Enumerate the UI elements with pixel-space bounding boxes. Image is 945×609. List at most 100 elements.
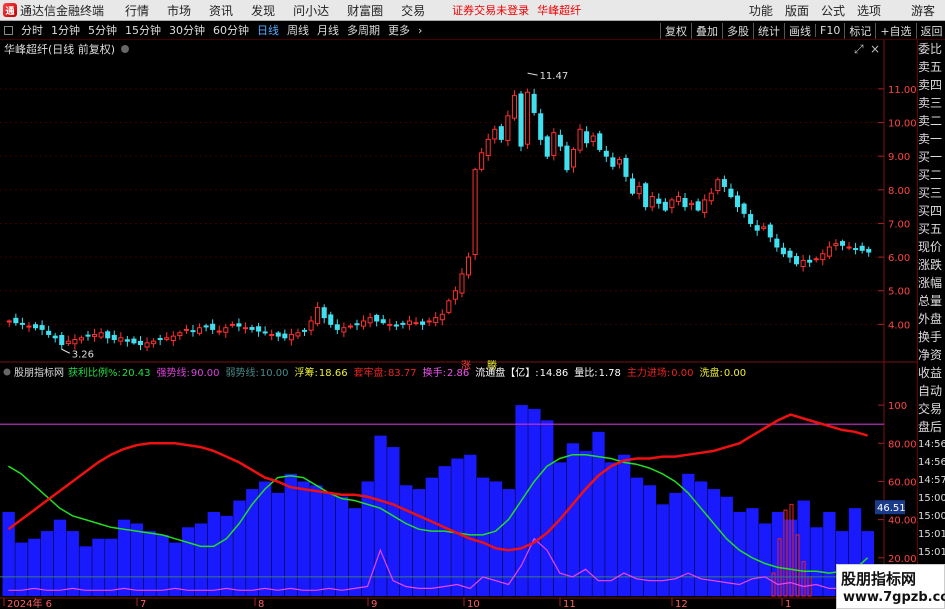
quote-panel-item[interactable]: 买三 <box>918 184 945 202</box>
legend-label: 主力进场: <box>627 366 670 379</box>
quote-panel-item[interactable]: 总量 <box>918 292 945 310</box>
volume-bar <box>541 420 554 596</box>
date-label: 11 <box>563 599 576 609</box>
quote-panel-item[interactable]: 买四 <box>918 202 945 220</box>
quote-panel-item[interactable]: 15:01 <box>918 526 945 544</box>
menu-hangqing[interactable]: 行情 <box>125 2 149 19</box>
menu-xuanxiang[interactable]: 选项 <box>857 2 881 19</box>
quote-panel-item[interactable]: 委比 <box>918 40 945 58</box>
quote-panel-item[interactable]: 卖二 <box>918 112 945 130</box>
period-15min[interactable]: 15分钟 <box>125 22 161 38</box>
indicator-name: 股朋指标网 <box>14 366 64 379</box>
quote-panel-item[interactable]: 卖五 <box>918 58 945 76</box>
btn-biaoji[interactable]: 标记 <box>844 22 875 39</box>
volume-bar <box>105 538 118 596</box>
price-tick-label: 4.00 <box>888 320 910 331</box>
volume-bar <box>348 508 362 596</box>
menu-gongneng[interactable]: 功能 <box>749 2 773 19</box>
quote-panel-item[interactable]: 15:00 <box>918 508 945 526</box>
period-multi[interactable]: 多周期 <box>347 22 380 38</box>
volume-bar <box>412 489 426 596</box>
menu-zixun[interactable]: 资讯 <box>209 2 233 19</box>
btn-diejia[interactable]: 叠加 <box>691 22 722 39</box>
quote-panel-item[interactable]: 15:01 <box>918 544 945 562</box>
menu-caifuquan[interactable]: 财富圈 <box>347 2 383 19</box>
menu-jiaoyi[interactable]: 交易 <box>401 2 425 19</box>
title-menu-bar: 通 通达信金融终端 行情 市场 资讯 发现 问小达 财富圈 交易 证券交易未登录… <box>0 0 945 21</box>
candle <box>472 167 478 261</box>
volume-bar <box>746 508 759 596</box>
menu-wenxiaoda[interactable]: 问小达 <box>293 2 329 19</box>
settings-dot-icon[interactable] <box>121 45 129 53</box>
quote-panel-item[interactable]: 外盘 <box>918 310 945 328</box>
btn-add-watchlist[interactable]: +自选 <box>875 22 915 39</box>
quote-panel-item[interactable]: 盘后 <box>918 418 945 436</box>
volume-bar <box>823 512 836 596</box>
quote-panel-item[interactable]: 买一 <box>918 148 945 166</box>
quote-panel-item[interactable]: 卖三 <box>918 94 945 112</box>
quote-panel-item[interactable]: 涨幅 <box>918 274 945 292</box>
volume-bar <box>233 500 246 596</box>
btn-f10[interactable]: F10 <box>815 24 844 37</box>
legend-value: 2.86 <box>447 368 469 379</box>
period-fenshi[interactable]: 分时 <box>21 22 43 38</box>
quote-panel-item[interactable]: 14:57 <box>918 472 945 490</box>
btn-tongji[interactable]: 统计 <box>753 22 784 39</box>
quote-panel-item[interactable]: 交易 <box>918 400 945 418</box>
watermark-title: 股朋指标网 <box>841 570 917 588</box>
period-more[interactable]: 更多 <box>388 22 410 38</box>
expand-icon[interactable]: ⤢ <box>853 42 864 56</box>
quote-panel-item[interactable]: 涨跌 <box>918 256 945 274</box>
quote-panel-item[interactable]: 净资 <box>918 346 945 364</box>
btn-huaxian[interactable]: 画线 <box>784 22 815 39</box>
quote-panel-item[interactable]: 14:56 <box>918 436 945 454</box>
volume-bar <box>489 481 503 596</box>
quote-panel-item[interactable]: 卖一 <box>918 130 945 148</box>
volume-bar <box>258 481 272 596</box>
btn-duogu[interactable]: 多股 <box>722 22 753 39</box>
legend-value: 20.43 <box>122 368 151 379</box>
quote-panel-item[interactable]: 自动 <box>918 382 945 400</box>
btn-fuquan[interactable]: 复权 <box>660 22 691 39</box>
menu-guest[interactable]: 游客 <box>911 2 935 19</box>
volume-bar <box>566 443 580 596</box>
quote-panel-item[interactable]: 现价 <box>918 238 945 256</box>
menu-banmian[interactable]: 版面 <box>785 2 809 19</box>
btn-back[interactable]: 返回 <box>915 22 945 39</box>
period-1min[interactable]: 1分钟 <box>51 22 80 38</box>
volume-bar <box>669 492 682 596</box>
quote-panel-item[interactable]: 15:00 <box>918 490 945 508</box>
menu-faxian[interactable]: 发现 <box>251 2 275 19</box>
period-weekly[interactable]: 周线 <box>287 22 309 38</box>
volume-bar <box>310 485 323 596</box>
indicator-settings-icon[interactable] <box>3 368 11 376</box>
volume-bar <box>528 408 541 596</box>
login-warning[interactable]: 证券交易未登录 <box>452 2 529 18</box>
legend-label: 洗盘: <box>700 366 723 379</box>
close-icon[interactable]: × <box>870 42 880 56</box>
volume-bar <box>143 531 156 596</box>
volume-bar <box>28 538 41 596</box>
quote-panel-item[interactable]: 卖四 <box>918 76 945 94</box>
chevron-right-icon[interactable]: › <box>418 24 422 37</box>
layout-toggle-icon[interactable] <box>4 25 13 35</box>
quote-panel-item[interactable]: 换手 <box>918 328 945 346</box>
quote-panel-item[interactable]: 收益 <box>918 364 945 382</box>
volume-bar <box>605 462 618 596</box>
volume-bar <box>374 435 387 596</box>
period-30min[interactable]: 30分钟 <box>169 22 205 38</box>
period-daily[interactable]: 日线 <box>257 22 279 38</box>
menu-shichang[interactable]: 市场 <box>167 2 191 19</box>
volume-bar <box>271 492 285 596</box>
legend-label: 获利比例%: <box>68 366 121 379</box>
chart-area[interactable]: 华峰超纤(日线 前复权) ⤢ × 11.0010.009.008.007.006… <box>0 40 917 609</box>
period-monthly[interactable]: 月线 <box>317 22 339 38</box>
quote-panel-item[interactable]: 买五 <box>918 220 945 238</box>
menu-gongshi[interactable]: 公式 <box>821 2 845 19</box>
legend-label: 流通盘【亿】: <box>475 366 538 379</box>
period-5min[interactable]: 5分钟 <box>88 22 117 38</box>
quote-panel-item[interactable]: 14:56 <box>918 454 945 472</box>
candle <box>518 91 524 152</box>
period-60min[interactable]: 60分钟 <box>213 22 249 38</box>
quote-panel-item[interactable]: 买二 <box>918 166 945 184</box>
